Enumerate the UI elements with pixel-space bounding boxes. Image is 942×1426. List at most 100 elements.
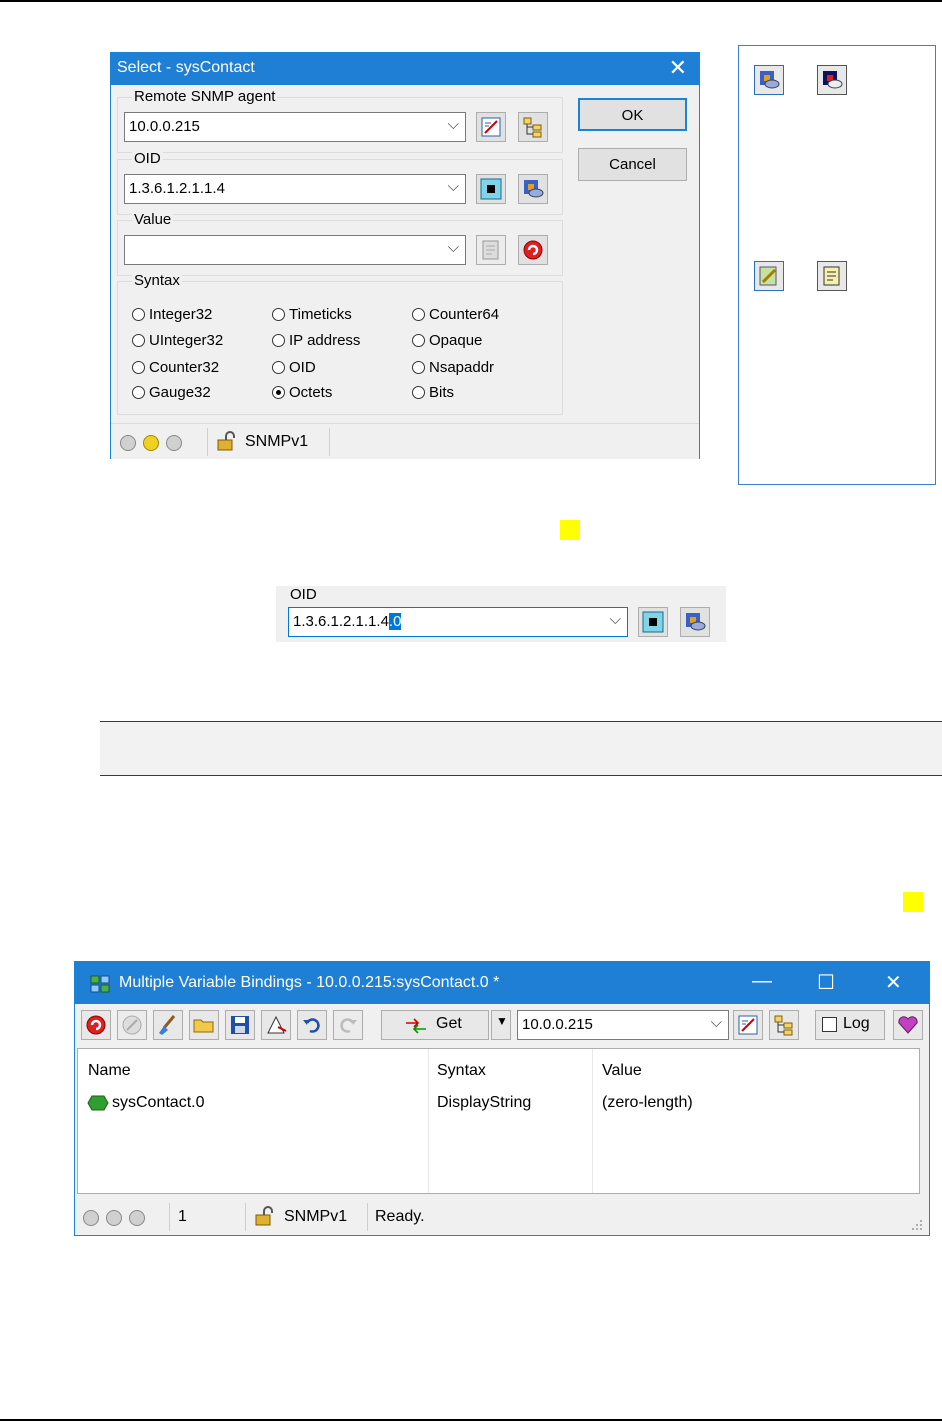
mib-lookup-dark-icon-sample	[817, 65, 847, 95]
row-name: sysContact.0	[112, 1094, 205, 1111]
bindings-app-icon	[90, 975, 110, 993]
undo-button[interactable]	[297, 1010, 327, 1040]
value-edit-button[interactable]	[476, 235, 506, 265]
mib-browse-icon	[642, 611, 664, 633]
redo-button[interactable]	[333, 1010, 363, 1040]
column-separator	[428, 1049, 429, 1193]
close-icon[interactable]: ✕	[885, 970, 902, 995]
tree-icon	[523, 117, 542, 138]
radio-circle[interactable]	[272, 361, 285, 374]
ok-button[interactable]: OK	[578, 98, 687, 131]
broom-icon	[159, 1015, 176, 1035]
chevron-down-icon[interactable]: ⌵	[448, 116, 459, 133]
oid-browse-button[interactable]	[638, 607, 668, 637]
syntax-group: Syntax Integer32 Timeticks Counter64 UIn…	[117, 272, 563, 415]
agent-properties-button[interactable]	[733, 1010, 763, 1040]
stop-button[interactable]	[117, 1010, 147, 1040]
radio-nsapaddr[interactable]: Nsapaddr	[412, 359, 494, 376]
mvb-status-bar: 1 SNMPv1 Ready.	[75, 1199, 929, 1235]
resize-grip-icon[interactable]	[911, 1219, 923, 1231]
value-refresh-button[interactable]	[518, 235, 548, 265]
remote-agent-combo[interactable]: 10.0.0.215 ⌵	[124, 112, 466, 142]
unlocked-padlock-icon	[255, 1206, 273, 1226]
radio-opaque[interactable]: Opaque	[412, 332, 482, 349]
cancel-button[interactable]: Cancel	[578, 148, 687, 181]
mvb-title-bar: Multiple Variable Bindings - 10.0.0.215:…	[75, 962, 929, 1004]
status-led-icon	[106, 1210, 122, 1226]
radio-octets[interactable]: Octets	[272, 384, 332, 401]
edit-icon-sample	[754, 261, 784, 291]
radio-circle[interactable]	[132, 334, 145, 347]
page-bottom-rule	[0, 1419, 942, 1421]
radio-counter32[interactable]: Counter32	[132, 359, 219, 376]
radio-circle[interactable]	[412, 361, 425, 374]
status-led-icon	[120, 435, 136, 451]
column-separator	[592, 1049, 593, 1193]
radio-circle[interactable]	[412, 334, 425, 347]
maximize-icon[interactable]: ☐	[817, 970, 835, 995]
refresh-button[interactable]	[81, 1010, 111, 1040]
radio-label: IP address	[289, 332, 361, 349]
log-toggle[interactable]: Log	[815, 1010, 885, 1040]
mvb-agent-combo[interactable]: 10.0.0.215 ⌵	[517, 1010, 729, 1040]
select-dialog: Select - sysContact ✕ Remote SNMP agent …	[110, 52, 700, 459]
radio-circle[interactable]	[132, 361, 145, 374]
column-header-value[interactable]: Value	[602, 1062, 642, 1080]
minimize-icon[interactable]: —	[752, 970, 772, 993]
agent-tree-button[interactable]	[769, 1010, 799, 1040]
radio-timeticks[interactable]: Timeticks	[272, 306, 352, 323]
close-icon[interactable]: ✕	[669, 56, 687, 80]
radio-circle[interactable]	[272, 334, 285, 347]
column-header-syntax[interactable]: Syntax	[437, 1062, 486, 1080]
oid-combo[interactable]: 1.3.6.1.2.1.1.4 ⌵	[124, 174, 466, 204]
radio-bits[interactable]: Bits	[412, 384, 454, 401]
column-header-name[interactable]: Name	[88, 1062, 131, 1080]
radio-circle-selected[interactable]	[272, 386, 285, 399]
note-band	[100, 721, 942, 776]
agent-tree-button[interactable]	[518, 112, 548, 142]
row-value: (zero-length)	[602, 1094, 693, 1111]
radio-label: UInteger32	[149, 332, 224, 349]
value-combo[interactable]: ⌵	[124, 235, 466, 265]
oid-lookup-button[interactable]	[518, 174, 548, 204]
dialog-status-bar: SNMPv1	[111, 423, 699, 459]
value-label: Value	[132, 211, 174, 228]
radio-counter64[interactable]: Counter64	[412, 306, 499, 323]
chevron-down-icon[interactable]: ⌵	[448, 178, 459, 195]
leaf-node-icon	[87, 1095, 109, 1111]
radio-circle[interactable]	[132, 386, 145, 399]
status-led-icon	[83, 1210, 99, 1226]
chevron-down-icon[interactable]: ⌵	[610, 611, 621, 628]
chevron-down-icon[interactable]: ⌵	[711, 1014, 722, 1031]
oid-lookup-button[interactable]	[680, 607, 710, 637]
trap-button[interactable]	[261, 1010, 291, 1040]
radio-circle[interactable]	[412, 308, 425, 321]
radio-uinteger32[interactable]: UInteger32	[132, 332, 223, 349]
oid-selected-suffix: .0	[388, 613, 402, 630]
status-divider	[207, 428, 208, 456]
oid-prefix: 1.3.6.1.2.1.1.4	[293, 613, 389, 630]
syntax-label: Syntax	[132, 272, 182, 289]
mib-button[interactable]	[893, 1010, 923, 1040]
radio-circle[interactable]	[272, 308, 285, 321]
radio-circle[interactable]	[412, 386, 425, 399]
radio-label: Opaque	[429, 332, 483, 349]
get-button[interactable]: Get	[381, 1010, 489, 1040]
oid-snippet-combo[interactable]: 1.3.6.1.2.1.1.4.0 ⌵	[288, 607, 628, 637]
oid-browse-button[interactable]	[476, 174, 506, 204]
radio-integer32[interactable]: Integer32	[132, 306, 212, 323]
clear-button[interactable]	[153, 1010, 183, 1040]
open-button[interactable]	[189, 1010, 219, 1040]
radio-circle[interactable]	[132, 308, 145, 321]
agent-properties-button[interactable]	[476, 112, 506, 142]
chevron-down-icon[interactable]: ⌵	[448, 239, 459, 256]
get-dropdown-button[interactable]: ▼	[491, 1010, 511, 1040]
radio-gauge32[interactable]: Gauge32	[132, 384, 211, 401]
unlocked-padlock-icon	[217, 431, 235, 451]
save-button[interactable]	[225, 1010, 255, 1040]
radio-ip-address[interactable]: IP address	[272, 332, 360, 349]
log-checkbox[interactable]	[822, 1017, 837, 1032]
radio-oid[interactable]: OID	[272, 359, 316, 376]
status-led-icon	[166, 435, 182, 451]
table-row[interactable]: sysContact.0 DisplayString (zero-length)	[82, 1091, 918, 1117]
